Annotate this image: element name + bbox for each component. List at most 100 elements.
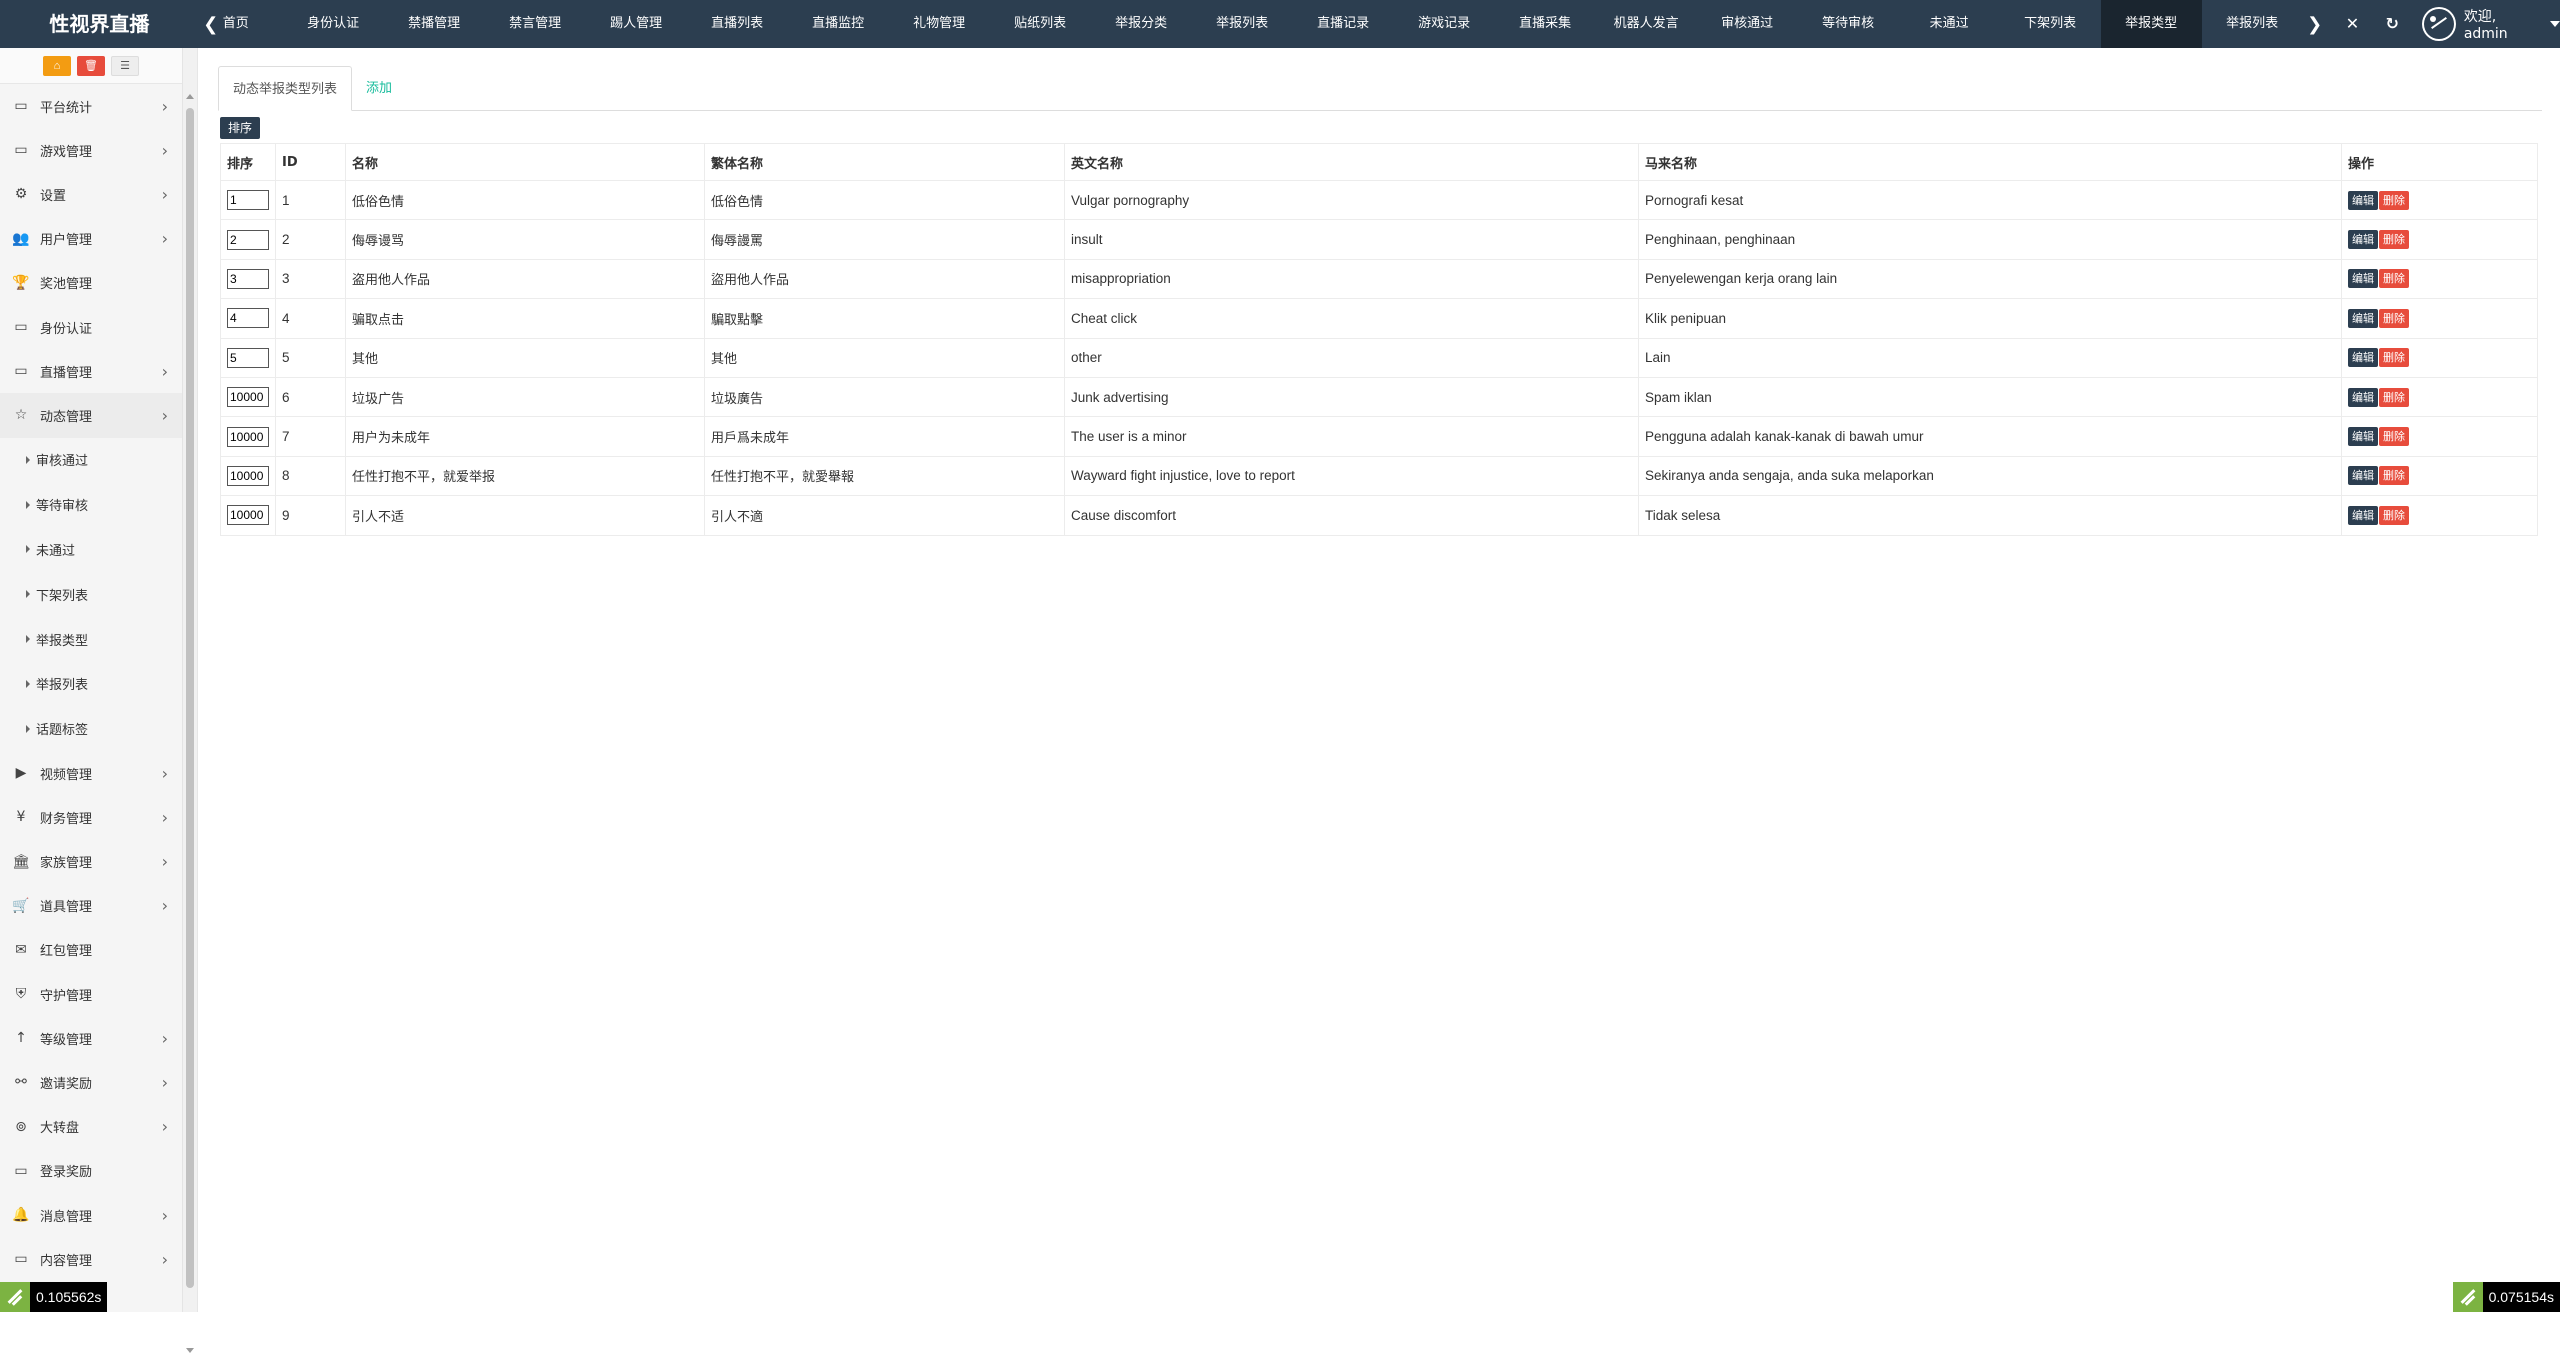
sidebar-item-after-0[interactable]: ▶视频管理› bbox=[0, 751, 182, 795]
tab-3[interactable]: 禁言管理 bbox=[485, 0, 586, 48]
delete-button[interactable]: 删除 bbox=[2379, 191, 2409, 210]
sort-input[interactable] bbox=[227, 190, 269, 210]
edit-button[interactable]: 编辑 bbox=[2348, 388, 2378, 407]
sidebar-item-after-10[interactable]: 🔔消息管理› bbox=[0, 1193, 182, 1237]
sort-input[interactable] bbox=[227, 348, 269, 368]
edit-button[interactable]: 编辑 bbox=[2348, 269, 2378, 288]
refresh-icon[interactable]: ↻ bbox=[2372, 0, 2412, 48]
sort-input[interactable] bbox=[227, 308, 269, 328]
sidebar-item-after-5[interactable]: ⛨守护管理 bbox=[0, 972, 182, 1016]
sidebar-item-after-8[interactable]: ⊚大转盘› bbox=[0, 1105, 182, 1149]
edit-button[interactable]: 编辑 bbox=[2348, 230, 2378, 249]
tab-16[interactable]: 等待审核 bbox=[1798, 0, 1899, 48]
tab-2[interactable]: 禁播管理 bbox=[384, 0, 485, 48]
tabs-scroll-left-icon[interactable]: ❮ bbox=[199, 0, 223, 48]
tabs-scroll-right-icon[interactable]: ❯ bbox=[2303, 0, 2327, 48]
tab-18[interactable]: 下架列表 bbox=[2000, 0, 2101, 48]
tab-7[interactable]: 礼物管理 bbox=[889, 0, 990, 48]
close-tabs-icon[interactable]: ✕ bbox=[2333, 0, 2373, 48]
chevron-right-icon: › bbox=[162, 1117, 168, 1136]
sidebar-item-3[interactable]: 👥用户管理› bbox=[0, 217, 182, 261]
sidebar-subitem-5[interactable]: 举报列表 bbox=[0, 661, 182, 706]
sidebar-item-after-11[interactable]: ▭内容管理› bbox=[0, 1237, 182, 1281]
delete-button[interactable]: 删除 bbox=[2379, 427, 2409, 446]
sidebar-item-after-9[interactable]: ▭登录奖励 bbox=[0, 1149, 182, 1193]
cell-sort bbox=[221, 456, 276, 495]
sidebar-subitem-6[interactable]: 话题标签 bbox=[0, 706, 182, 751]
delete-button[interactable]: 删除 bbox=[2379, 466, 2409, 485]
sort-input[interactable] bbox=[227, 230, 269, 250]
sidebar-item-after-2[interactable]: 🏛家族管理› bbox=[0, 839, 182, 883]
edit-button[interactable]: 编辑 bbox=[2348, 191, 2378, 210]
sidebar-subitem-label: 等待审核 bbox=[36, 495, 88, 514]
trash-icon[interactable]: 🗑 bbox=[77, 56, 105, 76]
tab-8[interactable]: 贴纸列表 bbox=[990, 0, 1091, 48]
tab-6[interactable]: 直播监控 bbox=[788, 0, 889, 48]
scroll-up-icon[interactable] bbox=[186, 94, 194, 99]
delete-button[interactable]: 删除 bbox=[2379, 388, 2409, 407]
sidebar-subitem-4[interactable]: 举报类型 bbox=[0, 617, 182, 662]
tab-1[interactable]: 身份认证 bbox=[283, 0, 384, 48]
sidebar-item-after-4[interactable]: ✉红包管理 bbox=[0, 928, 182, 972]
scroll-down-icon[interactable] bbox=[186, 1348, 194, 1353]
tab-report-type-list[interactable]: 动态举报类型列表 bbox=[218, 66, 352, 111]
chevron-right-icon: › bbox=[162, 362, 168, 381]
sidebar-subitem-0[interactable]: 审核通过 bbox=[0, 438, 182, 483]
delete-button[interactable]: 删除 bbox=[2379, 309, 2409, 328]
tab-13[interactable]: 直播采集 bbox=[1495, 0, 1596, 48]
sort-input[interactable] bbox=[227, 466, 269, 486]
tab-17[interactable]: 未通过 bbox=[1899, 0, 2000, 48]
chevron-right-icon: › bbox=[162, 808, 168, 827]
tab-12[interactable]: 游戏记录 bbox=[1394, 0, 1495, 48]
user-greeting: 欢迎, admin bbox=[2464, 6, 2544, 42]
sidebar-item-after-1[interactable]: ¥财务管理› bbox=[0, 795, 182, 839]
tab-4[interactable]: 踢人管理 bbox=[586, 0, 687, 48]
sidebar-item-4[interactable]: 🏆奖池管理 bbox=[0, 261, 182, 305]
sidebar-item-2[interactable]: ⚙设置› bbox=[0, 172, 182, 216]
sort-input[interactable] bbox=[227, 387, 269, 407]
sidebar-subitem-3[interactable]: 下架列表 bbox=[0, 572, 182, 617]
sort-input[interactable] bbox=[227, 427, 269, 447]
sidebar-subitem-2[interactable]: 未通过 bbox=[0, 527, 182, 572]
tab-15[interactable]: 审核通过 bbox=[1697, 0, 1798, 48]
sidebar-subitem-1[interactable]: 等待审核 bbox=[0, 482, 182, 527]
brand-logo[interactable]: 性视界直播 bbox=[0, 0, 199, 48]
sort-input[interactable] bbox=[227, 269, 269, 289]
caret-right-icon bbox=[26, 501, 30, 509]
edit-button[interactable]: 编辑 bbox=[2348, 348, 2378, 367]
delete-button[interactable]: 删除 bbox=[2379, 230, 2409, 249]
sidebar-scrollbar[interactable] bbox=[183, 48, 197, 1312]
tab-0[interactable]: 首页 bbox=[223, 0, 283, 48]
sidebar-item-after-6[interactable]: ↑等级管理› bbox=[0, 1016, 182, 1060]
sort-button[interactable]: 排序 bbox=[220, 117, 260, 139]
delete-button[interactable]: 删除 bbox=[2379, 348, 2409, 367]
sort-input[interactable] bbox=[227, 505, 269, 525]
delete-button[interactable]: 删除 bbox=[2379, 269, 2409, 288]
sidebar-item-5[interactable]: ▭身份认证 bbox=[0, 305, 182, 349]
tab-14[interactable]: 机器人发言 bbox=[1596, 0, 1697, 48]
list-icon[interactable]: ☰ bbox=[111, 56, 139, 76]
edit-button[interactable]: 编辑 bbox=[2348, 506, 2378, 525]
cell-name-ms: Klik penipuan bbox=[1639, 299, 2342, 338]
tab-9[interactable]: 举报分类 bbox=[1091, 0, 1192, 48]
home-icon[interactable]: ⌂ bbox=[43, 56, 71, 76]
tab-11[interactable]: 直播记录 bbox=[1293, 0, 1394, 48]
sidebar-item-after-7[interactable]: ⚯邀请奖励› bbox=[0, 1060, 182, 1104]
sidebar-item-6[interactable]: ▭直播管理› bbox=[0, 349, 182, 393]
tab-19[interactable]: 举报类型 bbox=[2101, 0, 2202, 48]
sidebar-item-after-3[interactable]: 🛒道具管理› bbox=[0, 884, 182, 928]
tab-20[interactable]: 举报列表 bbox=[2202, 0, 2303, 48]
tab-10[interactable]: 举报列表 bbox=[1192, 0, 1293, 48]
tab-add[interactable]: 添加 bbox=[352, 66, 406, 111]
delete-button[interactable]: 删除 bbox=[2379, 506, 2409, 525]
sidebar-item-7[interactable]: ☆动态管理› bbox=[0, 393, 182, 437]
sidebar-item-0[interactable]: ▭平台统计› bbox=[0, 84, 182, 128]
edit-button[interactable]: 编辑 bbox=[2348, 466, 2378, 485]
edit-button[interactable]: 编辑 bbox=[2348, 427, 2378, 446]
tab-5[interactable]: 直播列表 bbox=[687, 0, 788, 48]
sidebar-item-1[interactable]: ▭游戏管理› bbox=[0, 128, 182, 172]
edit-button[interactable]: 编辑 bbox=[2348, 309, 2378, 328]
user-menu[interactable]: 欢迎, admin bbox=[2422, 6, 2560, 42]
top-tabs: 首页身份认证禁播管理禁言管理踢人管理直播列表直播监控礼物管理贴纸列表举报分类举报… bbox=[223, 0, 2303, 48]
scrollbar-thumb[interactable] bbox=[186, 108, 194, 1288]
